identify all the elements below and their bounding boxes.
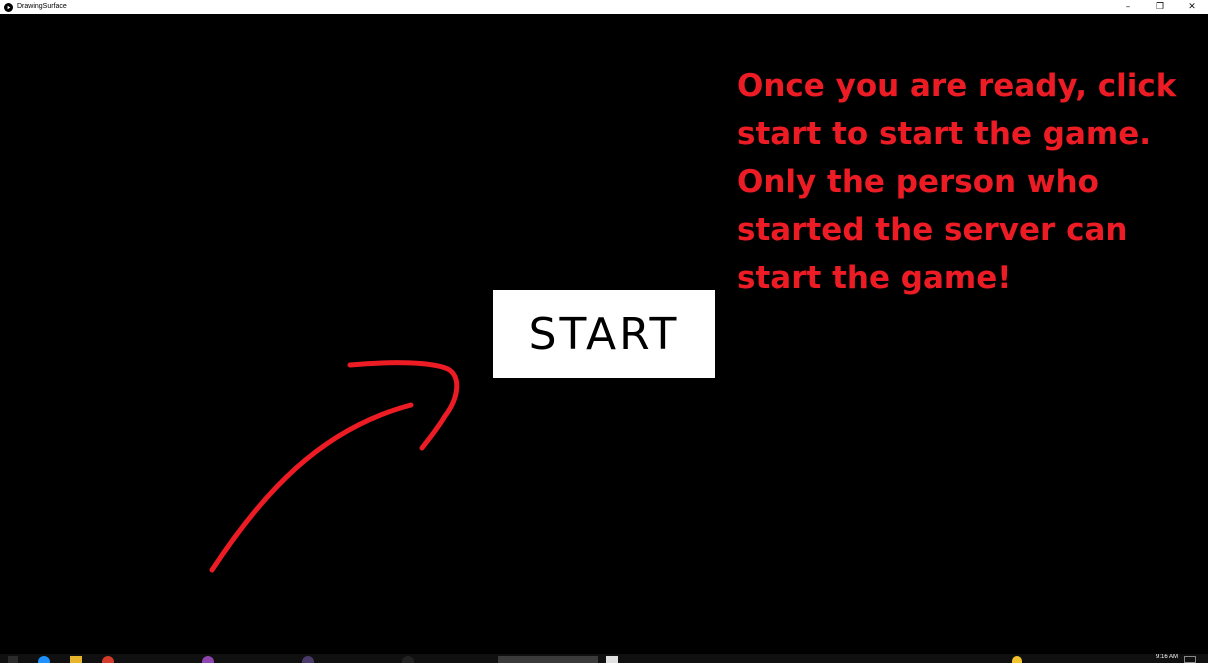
close-button[interactable]: ✕ [1176,0,1208,14]
taskbar-app-icon[interactable] [606,656,618,663]
restore-icon: ❐ [1155,2,1165,12]
edge-icon[interactable] [38,656,50,663]
instructions-text: Once you are ready, click start to start… [737,62,1187,302]
file-explorer-icon[interactable] [70,656,82,663]
start-menu-icon[interactable] [8,656,18,663]
instructions-line: started the server can [737,212,1128,248]
restore-button[interactable]: ❐ [1144,0,1176,14]
chrome-icon[interactable] [102,656,114,663]
start-button-label: START [528,308,680,360]
taskbar-active-app[interactable] [498,656,598,663]
minimize-icon: – [1125,2,1131,12]
instructions-line: Once you are ready, click [737,68,1177,104]
drawing-canvas[interactable]: Once you are ready, click start to start… [0,14,1208,654]
app-icon[interactable] [202,656,214,663]
title-bar-left: DrawingSurface [0,0,67,14]
instructions-line: start to start the game. [737,116,1152,152]
app-icon[interactable] [402,656,414,663]
notification-icon[interactable] [1012,656,1022,663]
instructions-line: Only the person who [737,164,1099,200]
app-icon[interactable] [302,656,314,663]
taskbar: 9:16 AM [0,654,1208,663]
play-circle-icon [4,2,13,12]
window-title: DrawingSurface [17,3,67,10]
title-bar: DrawingSurface – ❐ ✕ [0,0,1208,14]
minimize-button[interactable]: – [1112,0,1144,14]
window-controls: – ❐ ✕ [1112,0,1208,14]
action-center-icon[interactable] [1184,656,1196,663]
instructions-line: start the game! [737,260,1012,296]
close-icon: ✕ [1188,2,1196,12]
start-button[interactable]: START [493,290,715,378]
taskbar-clock[interactable]: 9:16 AM [1156,654,1178,661]
